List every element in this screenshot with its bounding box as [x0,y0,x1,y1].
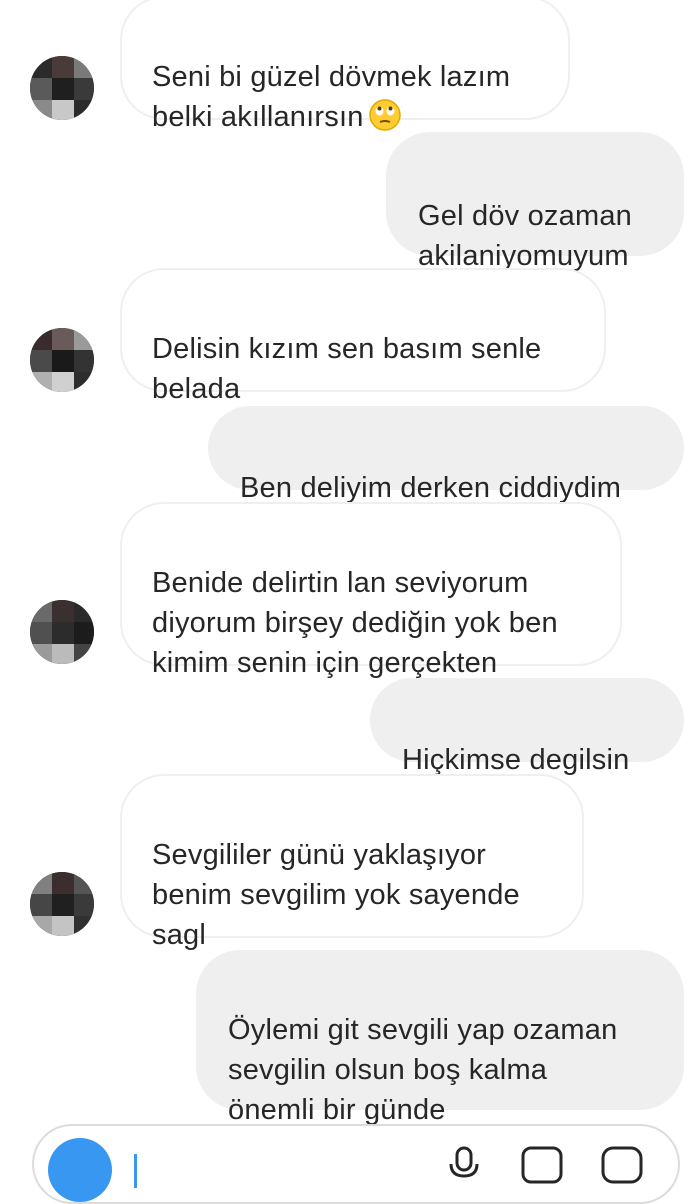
sent-message[interactable]: Gel döv ozaman akilaniyomuyum [386,132,684,272]
message-text: Benide delirtin lan seviyorum diyorum bi… [152,567,558,679]
microphone-icon[interactable] [446,1144,482,1189]
text-cursor [134,1154,137,1188]
sent-message[interactable]: Hiçkimse degilsin [370,678,684,776]
avatar[interactable] [30,328,94,392]
message-text: Hiçkimse degilsin [402,744,630,776]
message-text: Gel döv ozaman akilaniyomuyum [418,200,632,272]
sent-message[interactable]: Öylemi git sevgili yap ozaman sevgilin o… [196,950,684,1126]
sent-message[interactable]: Ben deliyim derken ciddiydim [208,406,684,504]
avatar[interactable] [30,600,94,664]
message-text: Delisin kızım sen basım senle belada [152,333,542,405]
message-thread: Seni bi güzel dövmek lazım belki akıllan… [0,0,690,1204]
face-with-rolling-eyes-icon [368,98,402,132]
received-message[interactable]: Seni bi güzel dövmek lazım belki akıllan… [120,0,570,133]
avatar[interactable] [30,872,94,936]
message-text: Seni bi güzel dövmek lazım belki akıllan… [152,61,511,133]
camera-button[interactable] [48,1138,112,1202]
message-text: Sevgililer günü yaklaşıyor benim sevgili… [152,839,520,951]
gallery-icon[interactable] [520,1144,564,1189]
avatar[interactable] [30,56,94,120]
message-text: Öylemi git sevgili yap ozaman sevgilin o… [228,1014,618,1126]
received-message[interactable]: Benide delirtin lan seviyorum diyorum bi… [120,502,622,679]
message-composer[interactable] [32,1124,680,1204]
received-message[interactable]: Sevgililer günü yaklaşıyor benim sevgili… [120,774,584,951]
sticker-icon[interactable] [600,1144,644,1189]
received-message[interactable]: Delisin kızım sen basım senle belada [120,268,606,405]
message-text: Ben deliyim derken ciddiydim [240,472,622,504]
